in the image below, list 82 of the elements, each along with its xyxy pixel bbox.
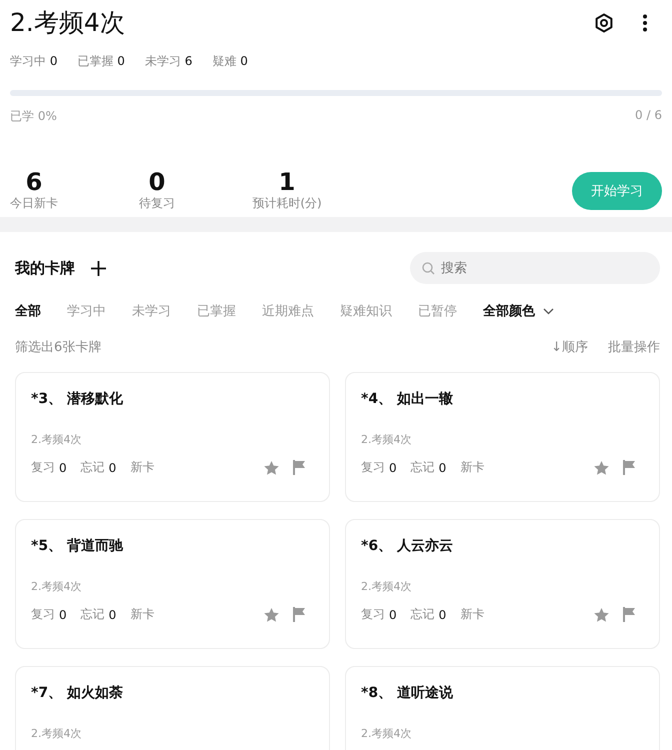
word-card[interactable]: *4、 如出一辙 2.考频4次 复习 0 忘记 0 新卡 (345, 372, 660, 502)
flag-icon[interactable] (293, 460, 306, 475)
filter-tab[interactable]: 学习中 (67, 302, 106, 320)
summary-label: 今日新卡 (10, 195, 58, 212)
stat-count: 0 (240, 54, 248, 68)
summary-value: 1 (278, 169, 296, 195)
stat-label: 学习中 (10, 54, 46, 68)
word-card[interactable]: *5、 背道而驰 2.考频4次 复习 0 忘记 0 新卡 (15, 519, 330, 649)
forget-count: 0 (438, 460, 446, 474)
card-status: 新卡 (130, 459, 154, 476)
progress-label: 已学 0% (10, 108, 57, 125)
flag-icon[interactable] (623, 460, 636, 475)
word-card[interactable]: *6、 人云亦云 2.考频4次 复习 0 忘记 0 新卡 (345, 519, 660, 649)
filter-tab[interactable]: 未学习 (132, 302, 171, 320)
card-title: *7、 如火如荼 (31, 684, 124, 702)
review-count: 0 (59, 460, 67, 474)
filter-tab[interactable]: 全部 (15, 302, 41, 320)
stat-count: 0 (117, 54, 125, 68)
forget-label: 忘记 (410, 606, 435, 623)
batch-button[interactable]: 批量操作 (608, 338, 660, 356)
forget-label: 忘记 (80, 606, 105, 623)
star-icon[interactable] (594, 608, 609, 622)
filter-tab[interactable]: 疑难知识 (340, 302, 392, 320)
card-title: *5、 背道而驰 (31, 537, 124, 555)
card-deck: 2.考频4次 (31, 726, 82, 741)
card-deck: 2.考频4次 (31, 432, 82, 447)
summary-value: 6 (26, 169, 42, 195)
word-card[interactable]: *3、 潜移默化 2.考频4次 复习 0 忘记 0 新卡 (15, 372, 330, 502)
star-icon[interactable] (264, 460, 279, 474)
card-deck: 2.考频4次 (361, 432, 412, 447)
review-label: 复习 (31, 459, 55, 476)
color-filter-dropdown[interactable]: 全部颜色 (483, 302, 554, 320)
review-count: 0 (59, 608, 67, 622)
stat-label: 疑难 (212, 54, 236, 68)
star-icon[interactable] (594, 460, 609, 474)
card-title: *4、 如出一辙 (361, 390, 454, 408)
card-deck: 2.考频4次 (361, 726, 412, 741)
review-label: 复习 (31, 606, 55, 623)
review-count: 0 (389, 608, 397, 622)
forget-label: 忘记 (410, 459, 435, 476)
review-label: 复习 (361, 459, 385, 476)
start-study-button[interactable]: 开始学习 (572, 172, 662, 210)
card-title: *8、 道听途说 (361, 684, 454, 702)
settings-icon[interactable] (594, 12, 614, 32)
card-status: 新卡 (130, 606, 154, 623)
forget-label: 忘记 (80, 459, 105, 476)
more-icon[interactable] (642, 14, 648, 32)
review-label: 复习 (361, 606, 385, 623)
add-icon[interactable] (91, 260, 106, 276)
progress-reading: 0 / 6 (635, 108, 662, 124)
card-deck: 2.考频4次 (361, 579, 412, 594)
filter-tab[interactable]: 已掌握 (197, 302, 236, 320)
review-count: 0 (389, 460, 397, 474)
stat-count: 0 (50, 54, 58, 68)
filter-tab[interactable]: 已暂停 (418, 302, 457, 320)
word-card[interactable]: *7、 如火如荼 2.考频4次 (15, 666, 330, 750)
stat-count: 6 (184, 54, 192, 68)
card-deck: 2.考频4次 (31, 579, 82, 594)
forget-count: 0 (108, 608, 116, 622)
stat-label: 已掌握 (77, 54, 114, 68)
caret-icon (543, 308, 554, 314)
card-title: *3、 潜移默化 (31, 390, 124, 408)
summary-value: 0 (148, 169, 166, 195)
section-title: 我的卡牌 (15, 258, 75, 278)
forget-count: 0 (108, 460, 116, 474)
result-count: 筛选出6张卡牌 (15, 339, 102, 356)
search-icon (422, 262, 435, 275)
card-status: 新卡 (460, 606, 484, 623)
filter-tab[interactable]: 近期难点 (262, 302, 314, 320)
deck-title: 2.考频4次 (10, 7, 125, 39)
stat-label: 未学习 (144, 54, 181, 68)
search-field[interactable]: 搜索 (410, 252, 660, 284)
forget-count: 0 (438, 608, 446, 622)
star-icon[interactable] (264, 608, 279, 622)
card-status: 新卡 (460, 459, 484, 476)
summary-label: 预计耗时(分) (252, 195, 322, 212)
flag-icon[interactable] (293, 607, 306, 622)
summary-label: 待复习 (139, 195, 175, 212)
card-title: *6、 人云亦云 (361, 537, 454, 555)
word-card[interactable]: *8、 道听途说 2.考频4次 (345, 666, 660, 750)
flag-icon[interactable] (623, 607, 636, 622)
sort-button[interactable]: ↓顺序 (551, 338, 588, 356)
